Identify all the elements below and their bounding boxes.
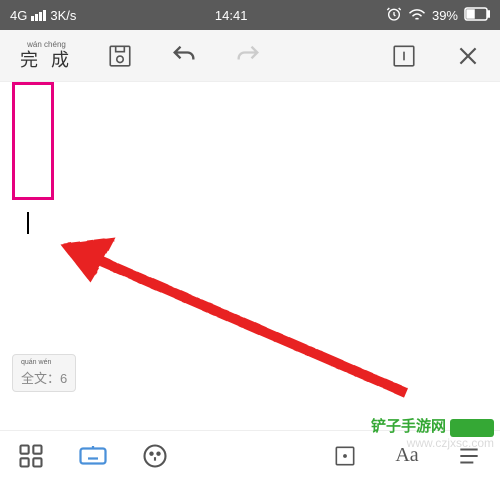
undo-icon (170, 42, 198, 70)
redo-button[interactable] (231, 39, 265, 73)
network-type: 4G (10, 8, 27, 23)
complete-button[interactable]: wán chéng 完 成 (20, 41, 73, 70)
complete-label: 完 成 (20, 50, 73, 70)
close-icon (455, 43, 481, 69)
watermark-text: 铲子手游网 (371, 415, 446, 436)
undo-button[interactable] (167, 39, 201, 73)
face-icon (141, 442, 169, 470)
complete-pinyin: wán chéng (20, 41, 73, 49)
apps-icon (17, 442, 45, 470)
text-cursor (27, 212, 29, 234)
redo-icon (234, 42, 262, 70)
keyboard-icon (78, 441, 108, 471)
close-button[interactable] (451, 39, 485, 73)
info-icon (391, 43, 417, 69)
apps-button[interactable] (14, 439, 48, 473)
select-all-pinyin: quán wén (21, 359, 67, 366)
status-bar: 4G 3K/s 14:41 39% (0, 0, 500, 30)
selection-highlight (12, 82, 54, 200)
watermark-logo (450, 419, 494, 437)
face-button[interactable] (138, 439, 172, 473)
network-speed: 3K/s (50, 8, 76, 23)
alarm-icon (386, 6, 402, 25)
battery-icon (464, 7, 490, 24)
keyboard-button[interactable] (76, 439, 110, 473)
battery-pct: 39% (432, 8, 458, 23)
save-button[interactable] (103, 39, 137, 73)
crop-button[interactable] (328, 439, 362, 473)
annotation-arrow (55, 232, 415, 402)
top-toolbar: wán chéng 完 成 (0, 30, 500, 82)
watermark-url: www.czjxsc.com (407, 436, 494, 450)
editor-canvas[interactable]: quán wén 全文：6 (0, 82, 500, 430)
info-button[interactable] (387, 39, 421, 73)
clock: 14:41 (76, 8, 386, 23)
select-all-chip[interactable]: quán wén 全文：6 (12, 354, 76, 392)
signal-icon (31, 10, 46, 21)
save-icon (107, 43, 133, 69)
wifi-icon (408, 7, 426, 24)
crop-icon (332, 443, 358, 469)
